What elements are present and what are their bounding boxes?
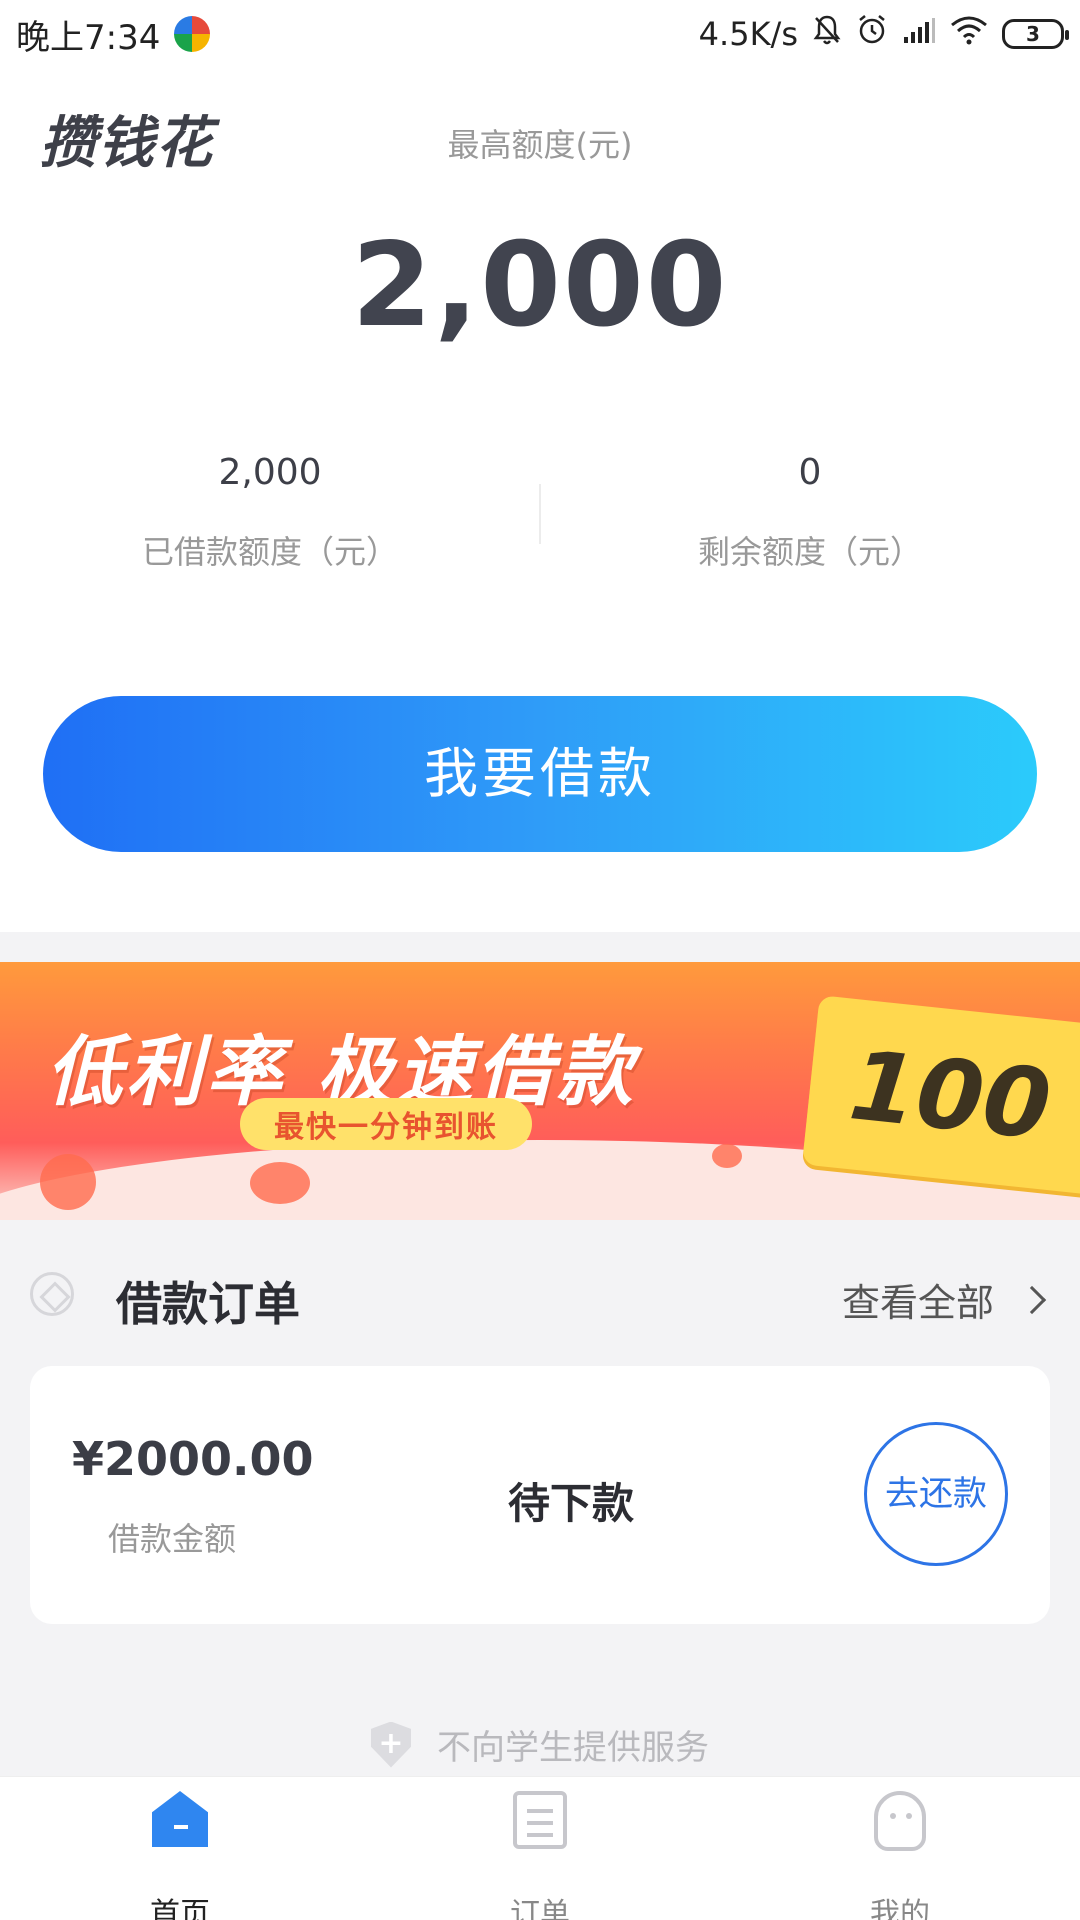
remaining-stat: 0 剩余额度（元） <box>540 452 1080 573</box>
order-status: 待下款 <box>508 1479 635 1528</box>
app-notification-icon <box>174 16 211 52</box>
tab-label: 订单 <box>510 1897 570 1920</box>
banner-ticket-text: 100 <box>844 1029 1056 1162</box>
status-icons: 4.5K/s 3 <box>698 14 1069 54</box>
notice-text: 不向学生提供服务 <box>437 1728 709 1768</box>
promo-banner[interactable]: 低利率 极速借款 最快一分钟到账 100 <box>0 962 1080 1220</box>
borrowed-stat: 2,000 已借款额度（元） <box>0 452 540 573</box>
order-amount-label: 借款金额 <box>108 1520 237 1558</box>
orders-title: 借款订单 <box>116 1277 300 1331</box>
tab-orders[interactable]: 订单 <box>360 1777 720 1920</box>
net-speed: 4.5K/s <box>698 15 798 53</box>
max-credit-label: 最高额度(元) <box>447 126 633 164</box>
remaining-value: 0 <box>798 452 822 493</box>
notice: 不向学生提供服务 <box>0 1720 1080 1769</box>
tab-label: 首页 <box>150 1897 210 1920</box>
tab-label: 我的 <box>870 1897 930 1920</box>
view-all-label: 查看全部 <box>841 1281 994 1325</box>
borrowed-value: 2,000 <box>218 452 322 493</box>
order-icon <box>513 1791 567 1849</box>
chevron-right-icon <box>1017 1285 1047 1314</box>
max-credit-amount: 2,000 <box>351 218 729 353</box>
bell-muted-icon <box>812 14 842 54</box>
banner-decoration <box>712 1144 742 1168</box>
battery-icon: 3 <box>1002 19 1069 49</box>
status-time: 晚上7:34 <box>16 17 161 58</box>
borrow-button[interactable]: 我要借款 <box>43 696 1037 852</box>
orders-header: 借款订单 查看全部 <box>0 1248 1080 1344</box>
tab-home[interactable]: 首页 <box>0 1777 360 1920</box>
signal-icon <box>902 15 936 53</box>
view-all-link[interactable]: 查看全部 <box>841 1272 1047 1327</box>
diamond-icon <box>30 1272 74 1316</box>
banner-subline: 最快一分钟到账 <box>240 1098 532 1150</box>
order-card[interactable]: ¥2000.00 借款金额 待下款 去还款 <box>30 1366 1050 1624</box>
repay-button[interactable]: 去还款 <box>864 1422 1008 1566</box>
remaining-label: 剩余额度（元） <box>697 533 922 571</box>
banner-decoration <box>250 1162 310 1204</box>
alarm-icon <box>856 14 888 54</box>
home-icon <box>152 1791 208 1847</box>
borrowed-label: 已借款额度（元） <box>141 533 398 571</box>
tab-bar: 首页 订单 我的 <box>0 1776 1080 1920</box>
banner-decoration <box>40 1154 96 1210</box>
tab-profile[interactable]: 我的 <box>720 1777 1080 1920</box>
banner-ticket: 100 <box>802 995 1080 1199</box>
credit-panel: 攒钱花 最高额度(元) 2,000 2,000 已借款额度（元） 0 剩余额度（… <box>0 68 1080 932</box>
order-amount: ¥2000.00 <box>72 1432 314 1486</box>
shield-icon <box>371 1721 411 1768</box>
status-bar: 晚上7:34 4.5K/s 3 <box>0 0 1080 68</box>
profile-icon <box>874 1791 926 1851</box>
wifi-icon <box>950 15 988 53</box>
